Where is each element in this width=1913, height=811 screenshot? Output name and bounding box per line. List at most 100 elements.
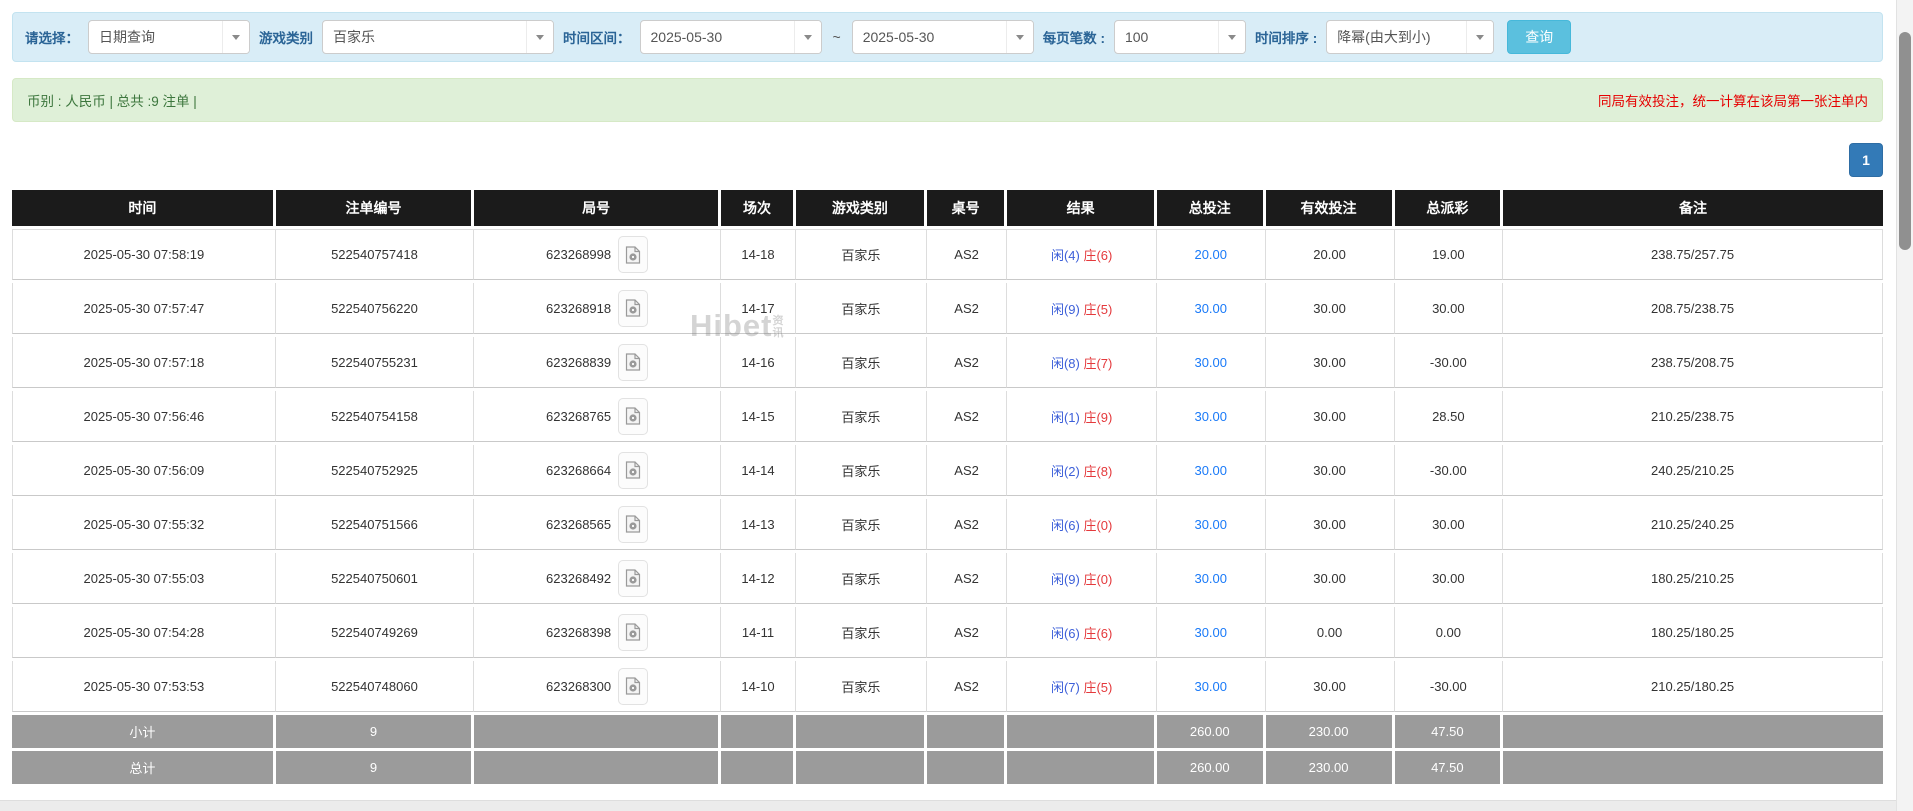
video-file-icon — [625, 677, 641, 695]
cell-bet-id: 522540750601 — [276, 553, 474, 604]
chevron-down-icon — [222, 21, 249, 53]
query-type-select[interactable]: 日期查询 — [88, 20, 250, 54]
table-row: 2025-05-30 07:54:28 522540749269 6232683… — [12, 607, 1883, 658]
cell-time: 2025-05-30 07:57:47 — [12, 283, 276, 334]
result-banker: 庄(9) — [1083, 410, 1112, 425]
game-type-select[interactable]: 百家乐 — [322, 20, 554, 54]
date-to-select[interactable]: 2025-05-30 — [852, 20, 1034, 54]
cell-game: 百家乐 — [796, 337, 927, 388]
page-size-value: 100 — [1115, 29, 1218, 45]
cell-table: AS2 — [927, 553, 1007, 604]
video-file-icon — [625, 353, 641, 371]
vertical-scrollbar-thumb[interactable] — [1899, 32, 1911, 250]
cell-valid-bet: 30.00 — [1266, 499, 1395, 550]
page-size-label: 每页笔数 : — [1043, 27, 1105, 47]
cell-payout: -30.00 — [1395, 661, 1504, 712]
table-row: 2025-05-30 07:57:47 522540756220 6232689… — [12, 283, 1883, 334]
total-bet-link[interactable]: 30.00 — [1194, 517, 1227, 532]
cell-time: 2025-05-30 07:58:19 — [12, 229, 276, 280]
cell-valid-bet: 30.00 — [1266, 553, 1395, 604]
date-from-select[interactable]: 2025-05-30 — [640, 20, 822, 54]
vertical-scrollbar[interactable] — [1896, 0, 1913, 811]
cell-valid-bet: 30.00 — [1266, 283, 1395, 334]
cell-remark: 180.25/180.25 — [1503, 607, 1883, 658]
col-header-payout: 总派彩 — [1395, 190, 1504, 226]
col-header-bet-id: 注单编号 — [276, 190, 474, 226]
total-bet-link[interactable]: 20.00 — [1194, 247, 1227, 262]
subtotal-total-bet: 260.00 — [1157, 715, 1266, 748]
cell-table: AS2 — [927, 499, 1007, 550]
chevron-down-icon — [1218, 21, 1245, 53]
cell-session: 14-16 — [721, 337, 796, 388]
total-bet-link[interactable]: 30.00 — [1194, 679, 1227, 694]
page-1-button[interactable]: 1 — [1849, 143, 1883, 177]
game-type-label: 游戏类别 — [259, 27, 313, 47]
grand-total-payout: 47.50 — [1395, 751, 1504, 784]
cell-session: 14-17 — [721, 283, 796, 334]
cell-game: 百家乐 — [796, 607, 927, 658]
bet-records-table: 时间 注单编号 局号 场次 游戏类别 桌号 结果 总投注 有效投注 总派彩 备注… — [12, 187, 1883, 787]
col-header-valid-bet: 有效投注 — [1266, 190, 1395, 226]
cell-payout: 30.00 — [1395, 499, 1504, 550]
result-player: 闲(1) — [1051, 410, 1080, 425]
video-file-icon — [625, 623, 641, 641]
col-header-session: 场次 — [721, 190, 796, 226]
total-bet-link[interactable]: 30.00 — [1194, 355, 1227, 370]
col-header-remark: 备注 — [1503, 190, 1883, 226]
cell-table: AS2 — [927, 607, 1007, 658]
cell-valid-bet: 30.00 — [1266, 337, 1395, 388]
game-type-value: 百家乐 — [323, 27, 526, 47]
cell-remark: 238.75/257.75 — [1503, 229, 1883, 280]
subtotal-valid-bet: 230.00 — [1266, 715, 1395, 748]
subtotal-label: 小计 — [12, 715, 276, 748]
col-header-result: 结果 — [1007, 190, 1157, 226]
round-number: 623268918 — [546, 301, 611, 316]
col-header-total-bet: 总投注 — [1157, 190, 1266, 226]
cell-session: 14-14 — [721, 445, 796, 496]
cell-valid-bet: 30.00 — [1266, 391, 1395, 442]
subtotal-count: 9 — [276, 715, 474, 748]
cell-payout: 19.00 — [1395, 229, 1504, 280]
table-row: 2025-05-30 07:56:09 522540752925 6232686… — [12, 445, 1883, 496]
total-bet-link[interactable]: 30.00 — [1194, 409, 1227, 424]
cell-table: AS2 — [927, 445, 1007, 496]
cell-payout: -30.00 — [1395, 445, 1504, 496]
video-replay-button[interactable] — [618, 560, 648, 597]
sort-select[interactable]: 降幂(由大到小) — [1326, 20, 1494, 54]
cell-remark: 210.25/240.25 — [1503, 499, 1883, 550]
total-bet-link[interactable]: 30.00 — [1194, 571, 1227, 586]
currency-summary-text: 币别 : 人民币 | 总共 :9 注单 | — [27, 90, 197, 110]
video-replay-button[interactable] — [618, 290, 648, 327]
cell-result: 闲(6) 庄(0) — [1007, 499, 1157, 550]
video-file-icon — [625, 569, 641, 587]
page-size-select[interactable]: 100 — [1114, 20, 1246, 54]
grand-total-total-bet: 260.00 — [1157, 751, 1266, 784]
table-row: 2025-05-30 07:55:32 522540751566 6232685… — [12, 499, 1883, 550]
cell-result: 闲(8) 庄(7) — [1007, 337, 1157, 388]
horizontal-scrollbar[interactable] — [0, 800, 1896, 811]
round-number: 623268492 — [546, 571, 611, 586]
result-banker: 庄(5) — [1083, 680, 1112, 695]
video-replay-button[interactable] — [618, 344, 648, 381]
table-row: 2025-05-30 07:58:19 522540757418 6232689… — [12, 229, 1883, 280]
round-number: 623268398 — [546, 625, 611, 640]
video-replay-button[interactable] — [618, 668, 648, 705]
cell-remark: 180.25/210.25 — [1503, 553, 1883, 604]
cell-session: 14-13 — [721, 499, 796, 550]
video-replay-button[interactable] — [618, 398, 648, 435]
total-bet-link[interactable]: 30.00 — [1194, 463, 1227, 478]
round-number: 623268565 — [546, 517, 611, 532]
cell-session: 14-10 — [721, 661, 796, 712]
result-banker: 庄(0) — [1083, 518, 1112, 533]
cell-time: 2025-05-30 07:55:03 — [12, 553, 276, 604]
total-bet-link[interactable]: 30.00 — [1194, 625, 1227, 640]
video-file-icon — [625, 407, 641, 425]
search-button[interactable]: 查询 — [1507, 20, 1571, 54]
video-replay-button[interactable] — [618, 506, 648, 543]
video-replay-button[interactable] — [618, 614, 648, 651]
video-replay-button[interactable] — [618, 236, 648, 273]
video-replay-button[interactable] — [618, 452, 648, 489]
total-bet-link[interactable]: 30.00 — [1194, 301, 1227, 316]
sort-value: 降幂(由大到小) — [1327, 27, 1466, 47]
chevron-down-icon — [794, 21, 821, 53]
